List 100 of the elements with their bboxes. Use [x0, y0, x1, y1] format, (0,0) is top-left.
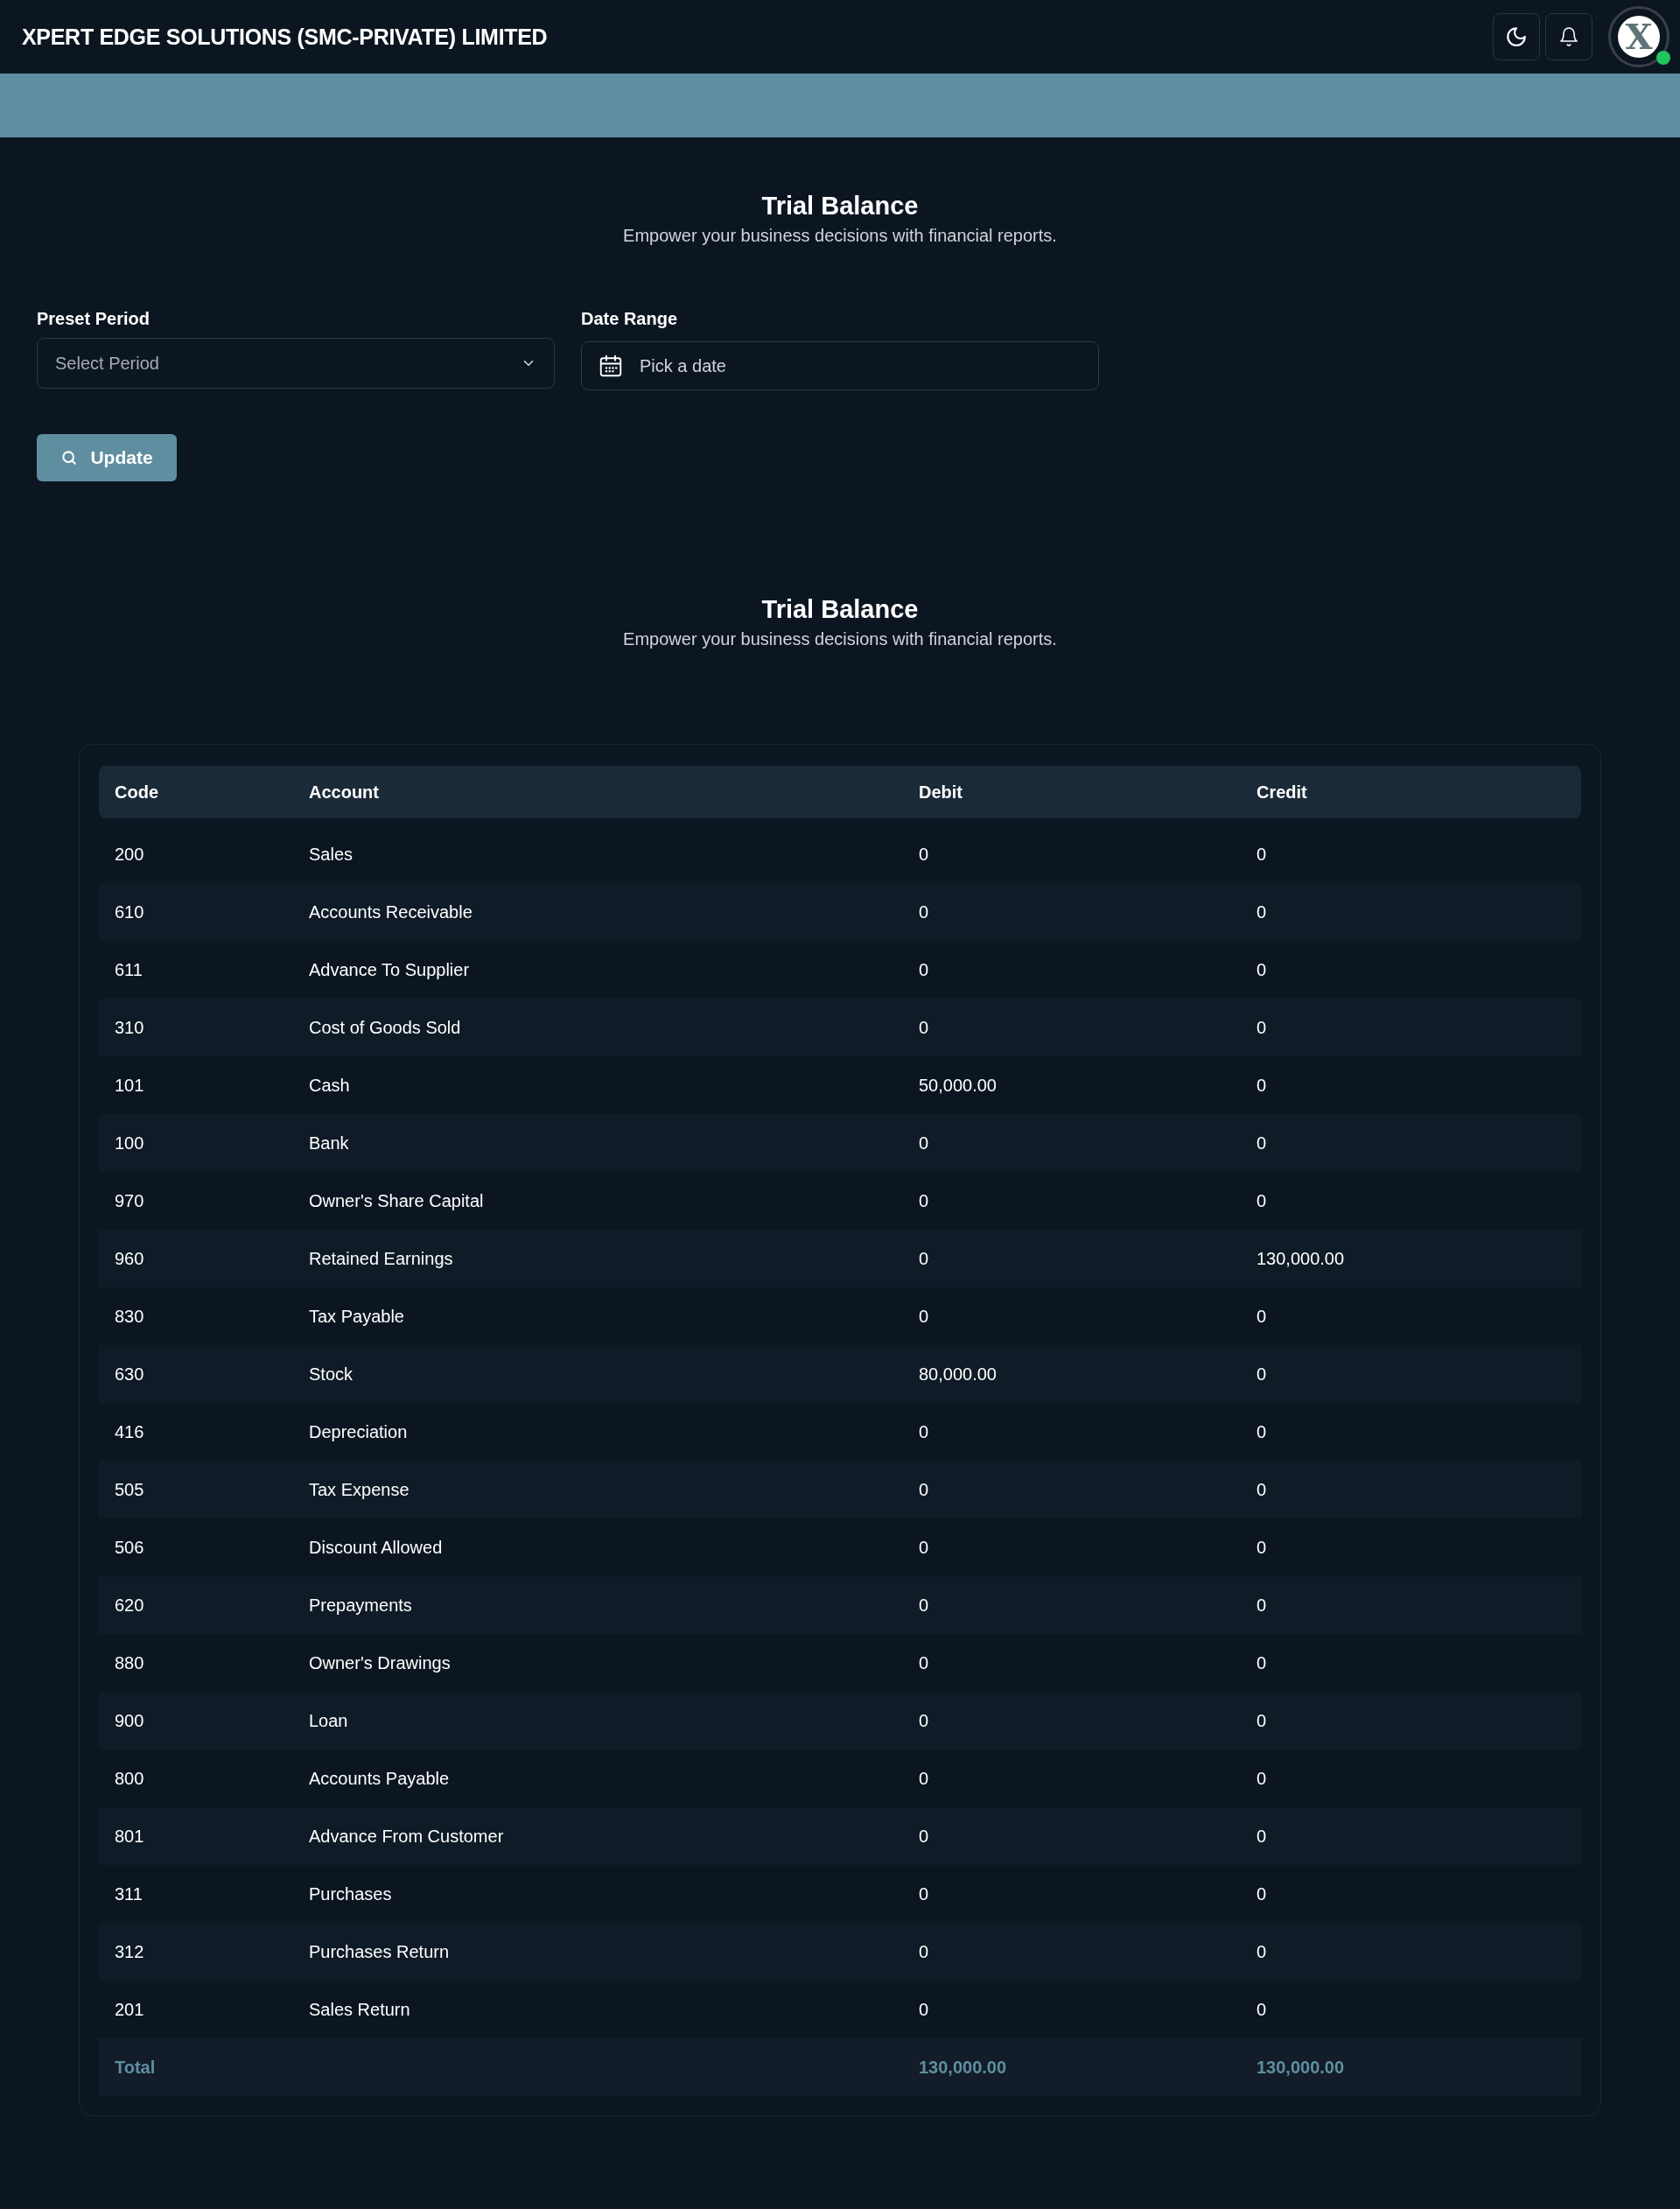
table-cell-text: Discount Allowed [309, 1537, 444, 1558]
user-avatar[interactable]: X [1608, 6, 1670, 67]
table-cell-text: 0 [1256, 1999, 1268, 2020]
table-cell-text: 801 [115, 1826, 145, 1847]
table-cell-text: 0 [919, 1133, 930, 1154]
table-cell-text: 611 [115, 959, 144, 980]
table-cell-text: 620 [115, 1595, 145, 1616]
table-cell-text: 0 [919, 1710, 930, 1731]
table-cell-text: Tax Expense [309, 1479, 410, 1500]
table-cell-text: 630 [115, 1364, 145, 1385]
table-cell-text: 0 [919, 901, 930, 922]
table-cell-text: Accounts Receivable [309, 901, 473, 922]
table-cell-text: 0 [919, 1306, 930, 1327]
table-cell-text: 80,000.00 [919, 1364, 998, 1385]
table-cell-text: Loan [309, 1710, 349, 1731]
table-cell-text: 0 [919, 844, 930, 865]
report-title: Trial Balance [760, 595, 920, 624]
bell-icon [1558, 26, 1579, 47]
table-cell-text: Prepayments [309, 1595, 413, 1616]
table-cell-text: 0 [1256, 1537, 1268, 1558]
avatar-logo: X [1618, 16, 1660, 58]
table-cell-text: 900 [115, 1710, 145, 1731]
date-picker-button[interactable]: Pick a date [581, 341, 1099, 390]
report-title: Trial Balance [760, 192, 920, 221]
column-header: Account [309, 782, 380, 803]
table-cell-text: 880 [115, 1652, 145, 1673]
table-cell-text: Stock [309, 1364, 354, 1385]
table-cell-text: Cash [309, 1075, 351, 1096]
moon-icon [1505, 25, 1528, 48]
table-cell-text: 0 [1256, 1768, 1268, 1789]
table-cell-text: 0 [919, 1595, 930, 1616]
update-button[interactable]: Update [37, 434, 177, 481]
table-cell-text: 0 [919, 1017, 930, 1038]
total-label: Total [115, 2057, 157, 2078]
table-cell-text: 312 [115, 1941, 145, 1962]
table-cell-text: 0 [1256, 1133, 1268, 1154]
table-cell-text: 416 [115, 1421, 145, 1442]
total-debit: 130,000.00 [919, 2057, 1008, 2078]
table-cell-text: Advance To Supplier [309, 959, 471, 980]
table-cell-text: 0 [919, 1883, 930, 1904]
table-cell-text: 0 [919, 1421, 930, 1442]
notifications-button[interactable] [1545, 13, 1592, 60]
theme-toggle-button[interactable] [1493, 13, 1540, 60]
table-cell-text: 0 [919, 1248, 930, 1269]
table-cell-text: 200 [115, 844, 145, 865]
table-cell-text: 0 [1256, 1826, 1268, 1847]
table-cell-text: 0 [1256, 1075, 1268, 1096]
table-cell-text: 505 [115, 1479, 145, 1500]
table-cell-text: 0 [919, 959, 930, 980]
table-cell-text: 201 [115, 1999, 145, 2020]
table-cell-text: 50,000.00 [919, 1075, 998, 1096]
table-cell-text: 0 [1256, 959, 1268, 980]
table-cell-text: 0 [919, 1826, 930, 1847]
table-cell-text: 610 [115, 901, 145, 922]
table-cell-text: Retained Earnings [309, 1248, 454, 1269]
table-cell-text: 0 [1256, 1595, 1268, 1616]
table-cell-text: Purchases [309, 1883, 393, 1904]
company-name: XPERT EDGE SOLUTIONS (SMC-PRIVATE) LIMITED [22, 24, 548, 50]
table-cell-text: 101 [115, 1075, 145, 1096]
table-cell-text: 310 [115, 1017, 145, 1038]
report-subtitle: Empower your business decisions with financial reports. [622, 629, 1058, 649]
table-cell-text: 0 [1256, 1306, 1268, 1327]
table-cell-text: Bank [309, 1133, 350, 1154]
table-cell-text: 830 [115, 1306, 145, 1327]
search-icon [60, 449, 79, 466]
table-cell-text: Sales [309, 844, 354, 865]
table-cell-text: Owner's Drawings [309, 1652, 452, 1673]
table-cell-text: 0 [1256, 1190, 1268, 1211]
table-cell-text: Advance From Customer [309, 1826, 505, 1847]
table-cell-text: 0 [1256, 1421, 1268, 1442]
total-credit: 130,000.00 [1256, 2057, 1346, 2078]
table-cell-text: 0 [1256, 901, 1268, 922]
table-cell-text: 0 [1256, 1883, 1268, 1904]
field-label: Date Range [581, 309, 679, 329]
table-cell-text: 0 [1256, 1364, 1268, 1385]
table-cell-text: 506 [115, 1537, 145, 1558]
column-header: Code [115, 782, 159, 803]
table-cell-text: 0 [919, 1999, 930, 2020]
table-cell-text: 311 [115, 1883, 144, 1904]
table-cell-text: 0 [919, 1190, 930, 1211]
table-cell-text: 0 [1256, 844, 1268, 865]
table-cell-text: 0 [919, 1941, 930, 1962]
report-subtitle: Empower your business decisions with financial reports. [622, 226, 1058, 246]
table-cell-text: 0 [919, 1652, 930, 1673]
calendar-icon [598, 353, 624, 379]
table-cell-text: Depreciation [309, 1421, 409, 1442]
table-cell-text: 100 [115, 1133, 145, 1154]
table-cell-text: Sales Return [309, 1999, 411, 2020]
column-header: Credit [1256, 782, 1308, 803]
table-cell-text: 960 [115, 1248, 145, 1269]
table-cell-text: 0 [1256, 1710, 1268, 1731]
table-cell-text: 0 [919, 1537, 930, 1558]
table-cell-text: 0 [1256, 1941, 1268, 1962]
table-cell-text: Purchases Return [309, 1941, 451, 1962]
table-cell-text: 0 [919, 1768, 930, 1789]
table-cell-text: 0 [919, 1479, 930, 1500]
table-cell-text: 970 [115, 1190, 145, 1211]
table-cell-text: 0 [1256, 1017, 1268, 1038]
period-select[interactable]: Select Period [37, 338, 555, 389]
field-label: Preset Period [37, 309, 150, 329]
